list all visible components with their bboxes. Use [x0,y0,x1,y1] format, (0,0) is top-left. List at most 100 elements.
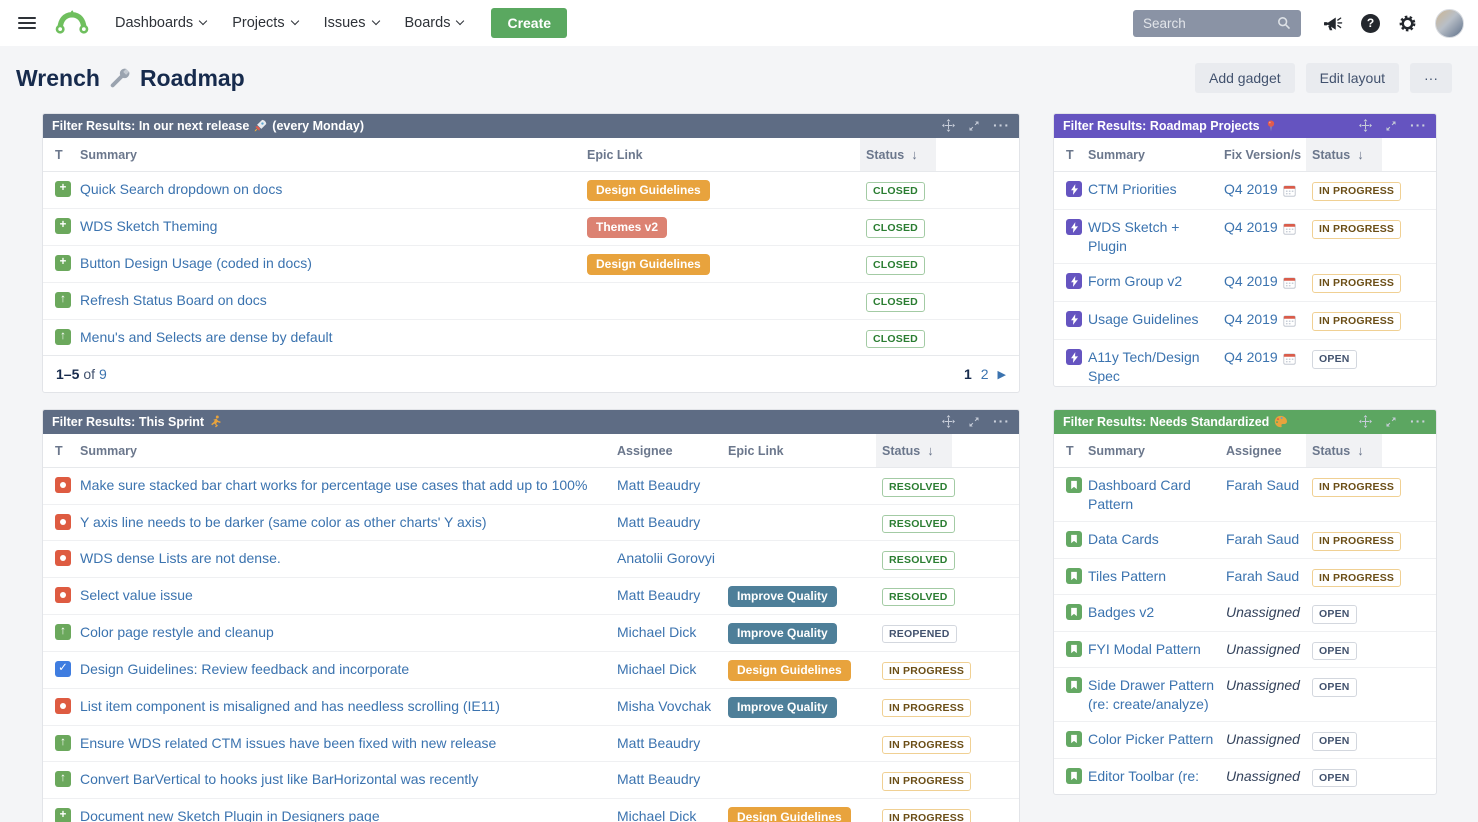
issue-summary-link[interactable]: Badges v2 [1088,604,1154,620]
search-input[interactable] [1143,16,1277,31]
issue-summary-link[interactable]: Dashboard Card Pattern [1088,477,1191,512]
move-icon[interactable] [942,415,955,428]
epic-link-label[interactable]: Design Guidelines [728,660,851,681]
column-header-type[interactable]: T [43,434,80,467]
epic-link-label[interactable]: Design Guidelines [587,180,710,201]
assignee-link[interactable]: Michael Dick [617,808,696,822]
fix-version-link[interactable]: Q4 2019 [1224,348,1278,367]
issue-summary-link[interactable]: Y axis line needs to be darker (same col… [80,514,487,530]
issue-summary-link[interactable]: Color Picker Pattern [1088,731,1213,747]
epic-link-label[interactable]: Design Guidelines [728,807,851,822]
more-icon[interactable]: ··· [1410,418,1427,425]
move-icon[interactable] [942,119,955,132]
assignee-link[interactable]: Matt Beaudry [617,735,700,751]
pagination-next-icon[interactable]: ▶ [998,368,1006,381]
gadget-header[interactable]: Filter Results: In our next release(ever… [42,113,1020,138]
search-box[interactable] [1133,10,1301,37]
column-header-summary[interactable]: Summary [1088,434,1226,467]
fix-version-link[interactable]: Q4 2019 [1224,218,1278,237]
assignee-link[interactable]: Matt Beaudry [617,771,700,787]
fix-version-link[interactable]: Q4 2019 [1224,180,1278,199]
move-icon[interactable] [1359,415,1372,428]
gadget-header[interactable]: Filter Results: This Sprint··· [42,409,1020,434]
issue-summary-link[interactable]: Button Design Usage (coded in docs) [80,255,312,271]
column-header-summary[interactable]: Summary [1088,138,1224,171]
epic-link-label[interactable]: Improve Quality [728,623,837,644]
issue-summary-link[interactable]: Side Drawer Pattern (re: create/analyze) [1088,677,1214,712]
fix-version-link[interactable]: Q4 2019 [1224,272,1278,291]
column-header-assignee[interactable]: Assignee [617,434,728,467]
column-header-status[interactable]: Status↓ [1312,138,1436,171]
more-icon[interactable]: ··· [993,418,1010,425]
column-header-type[interactable]: T [1054,434,1088,467]
edit-layout-button[interactable]: Edit layout [1306,63,1399,93]
assignee-link[interactable]: Misha Vovchak [617,698,711,714]
settings-gear-icon[interactable] [1398,14,1417,33]
expand-icon[interactable] [968,120,980,132]
gadget-header[interactable]: Filter Results: Roadmap Projects··· [1053,113,1437,138]
assignee-link[interactable]: Michael Dick [617,661,696,677]
issue-summary-link[interactable]: Refresh Status Board on docs [80,292,267,308]
issue-summary-link[interactable]: Color page restyle and cleanup [80,624,274,640]
hamburger-menu-icon[interactable] [18,17,36,29]
epic-link-label[interactable]: Design Guidelines [587,254,710,275]
expand-icon[interactable] [1385,416,1397,428]
column-header-status[interactable]: Status↓ [866,138,966,171]
nav-item-projects[interactable]: Projects [232,15,297,31]
issue-summary-link[interactable]: Convert BarVertical to hooks just like B… [80,771,478,787]
more-button[interactable]: ··· [1410,63,1452,93]
assignee-link[interactable]: Matt Beaudry [617,477,700,493]
issue-summary-link[interactable]: Menu's and Selects are dense by default [80,329,333,345]
announcements-megaphone-icon[interactable] [1323,15,1343,32]
fix-version-link[interactable]: Q4 2019 [1224,310,1278,329]
gadget-header[interactable]: Filter Results: Needs Standardized··· [1053,409,1437,434]
column-header-status[interactable]: Status↓ [882,434,974,467]
issue-summary-link[interactable]: Data Cards [1088,531,1159,547]
column-header-summary[interactable]: Summary [80,138,587,171]
assignee-link[interactable]: Farah Saud [1226,531,1299,547]
issue-summary-link[interactable]: Form Group v2 [1088,273,1182,289]
column-header-assignee[interactable]: Assignee [1226,434,1312,467]
issue-summary-link[interactable]: Document new Sketch Plugin in Designers … [80,808,380,822]
issue-summary-link[interactable]: Usage Guidelines [1088,311,1199,327]
column-header-fix_version[interactable]: Fix Version/s [1224,138,1312,171]
column-header-summary[interactable]: Summary [80,434,617,467]
add-gadget-button[interactable]: Add gadget [1195,63,1295,93]
nav-item-issues[interactable]: Issues [324,15,379,31]
issue-summary-link[interactable]: List item component is misaligned and ha… [80,698,500,714]
column-header-type[interactable]: T [1054,138,1088,171]
issue-summary-link[interactable]: Quick Search dropdown on docs [80,181,282,197]
issue-summary-link[interactable]: A11y Tech/Design Spec [1088,349,1200,384]
epic-link-label[interactable]: Themes v2 [587,217,667,238]
nav-item-dashboards[interactable]: Dashboards [115,15,206,31]
issue-summary-link[interactable]: Editor Toolbar (re: [1088,768,1199,784]
pagination-page-link[interactable]: 2 [981,366,989,382]
expand-icon[interactable] [1385,120,1397,132]
assignee-link[interactable]: Michael Dick [617,624,696,640]
issue-summary-link[interactable]: CTM Priorities [1088,181,1177,197]
user-avatar[interactable] [1435,9,1464,38]
assignee-link[interactable]: Anatolii Gorovyi [617,550,715,566]
more-icon[interactable]: ··· [993,122,1010,129]
result-total-link[interactable]: 9 [99,366,107,382]
assignee-link[interactable]: Matt Beaudry [617,587,700,603]
assignee-link[interactable]: Farah Saud [1226,568,1299,584]
issue-summary-link[interactable]: WDS Sketch + Plugin [1088,219,1179,254]
issue-summary-link[interactable]: WDS dense Lists are not dense. [80,550,281,566]
help-icon[interactable]: ? [1361,14,1380,33]
assignee-link[interactable]: Matt Beaudry [617,514,700,530]
nav-item-boards[interactable]: Boards [405,15,464,31]
move-icon[interactable] [1359,119,1372,132]
column-header-epic[interactable]: Epic Link [587,138,866,171]
issue-summary-link[interactable]: Make sure stacked bar chart works for pe… [80,477,587,493]
surveymonkey-logo-icon[interactable] [54,10,90,37]
epic-link-label[interactable]: Improve Quality [728,697,837,718]
issue-summary-link[interactable]: FYI Modal Pattern [1088,641,1201,657]
create-button[interactable]: Create [491,8,567,38]
assignee-link[interactable]: Farah Saud [1226,477,1299,493]
more-icon[interactable]: ··· [1410,122,1427,129]
column-header-epic[interactable]: Epic Link [728,434,882,467]
column-header-type[interactable]: T [43,138,80,171]
issue-summary-link[interactable]: Ensure WDS related CTM issues have been … [80,735,496,751]
expand-icon[interactable] [968,416,980,428]
